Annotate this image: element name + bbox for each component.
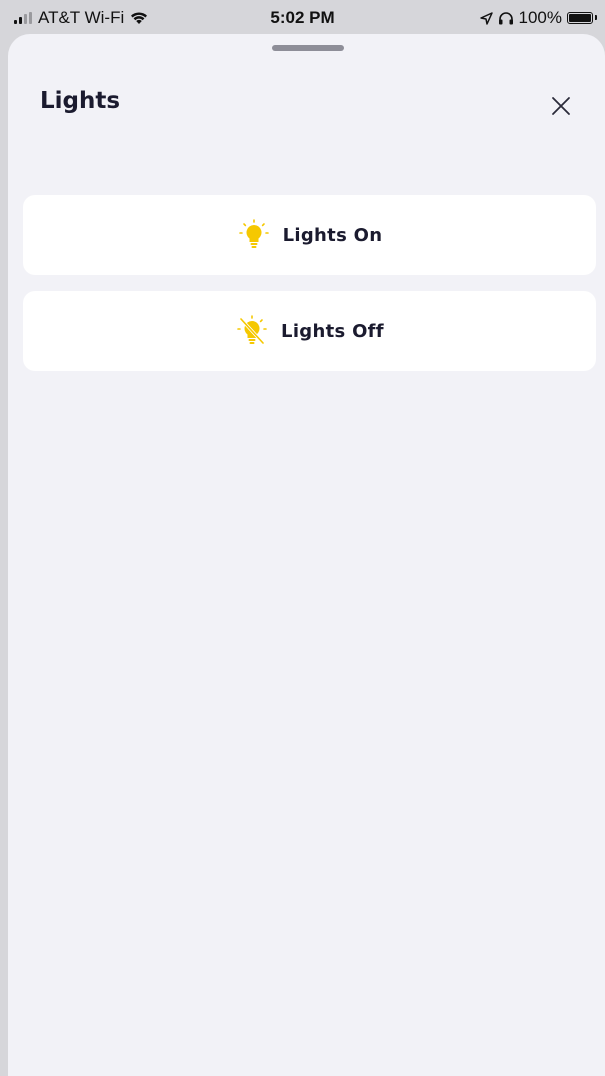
lights-on-button[interactable]: Lights On xyxy=(23,195,596,275)
lightbulb-on-icon xyxy=(237,218,271,252)
status-bar: AT&T Wi-Fi 5:02 PM 100% xyxy=(0,0,605,34)
lightbulb-off-icon xyxy=(235,314,269,348)
battery-fill xyxy=(569,14,591,22)
status-right: 100% xyxy=(479,8,597,28)
battery-percent: 100% xyxy=(518,8,562,27)
headphones-icon xyxy=(498,12,513,25)
close-button[interactable] xyxy=(541,86,581,126)
close-icon xyxy=(552,97,570,115)
lights-off-label: Lights Off xyxy=(281,320,384,342)
sheet-grabber-handle[interactable] xyxy=(272,45,344,51)
battery-cap xyxy=(595,15,597,20)
location-arrow-icon xyxy=(479,11,493,25)
battery-icon xyxy=(567,12,597,24)
lights-on-label: Lights On xyxy=(282,224,383,246)
sheet-title: Lights xyxy=(40,88,121,114)
lights-off-button[interactable]: Lights Off xyxy=(23,291,596,371)
lights-sheet: Lights Lights On Lights Off xyxy=(8,34,605,1076)
